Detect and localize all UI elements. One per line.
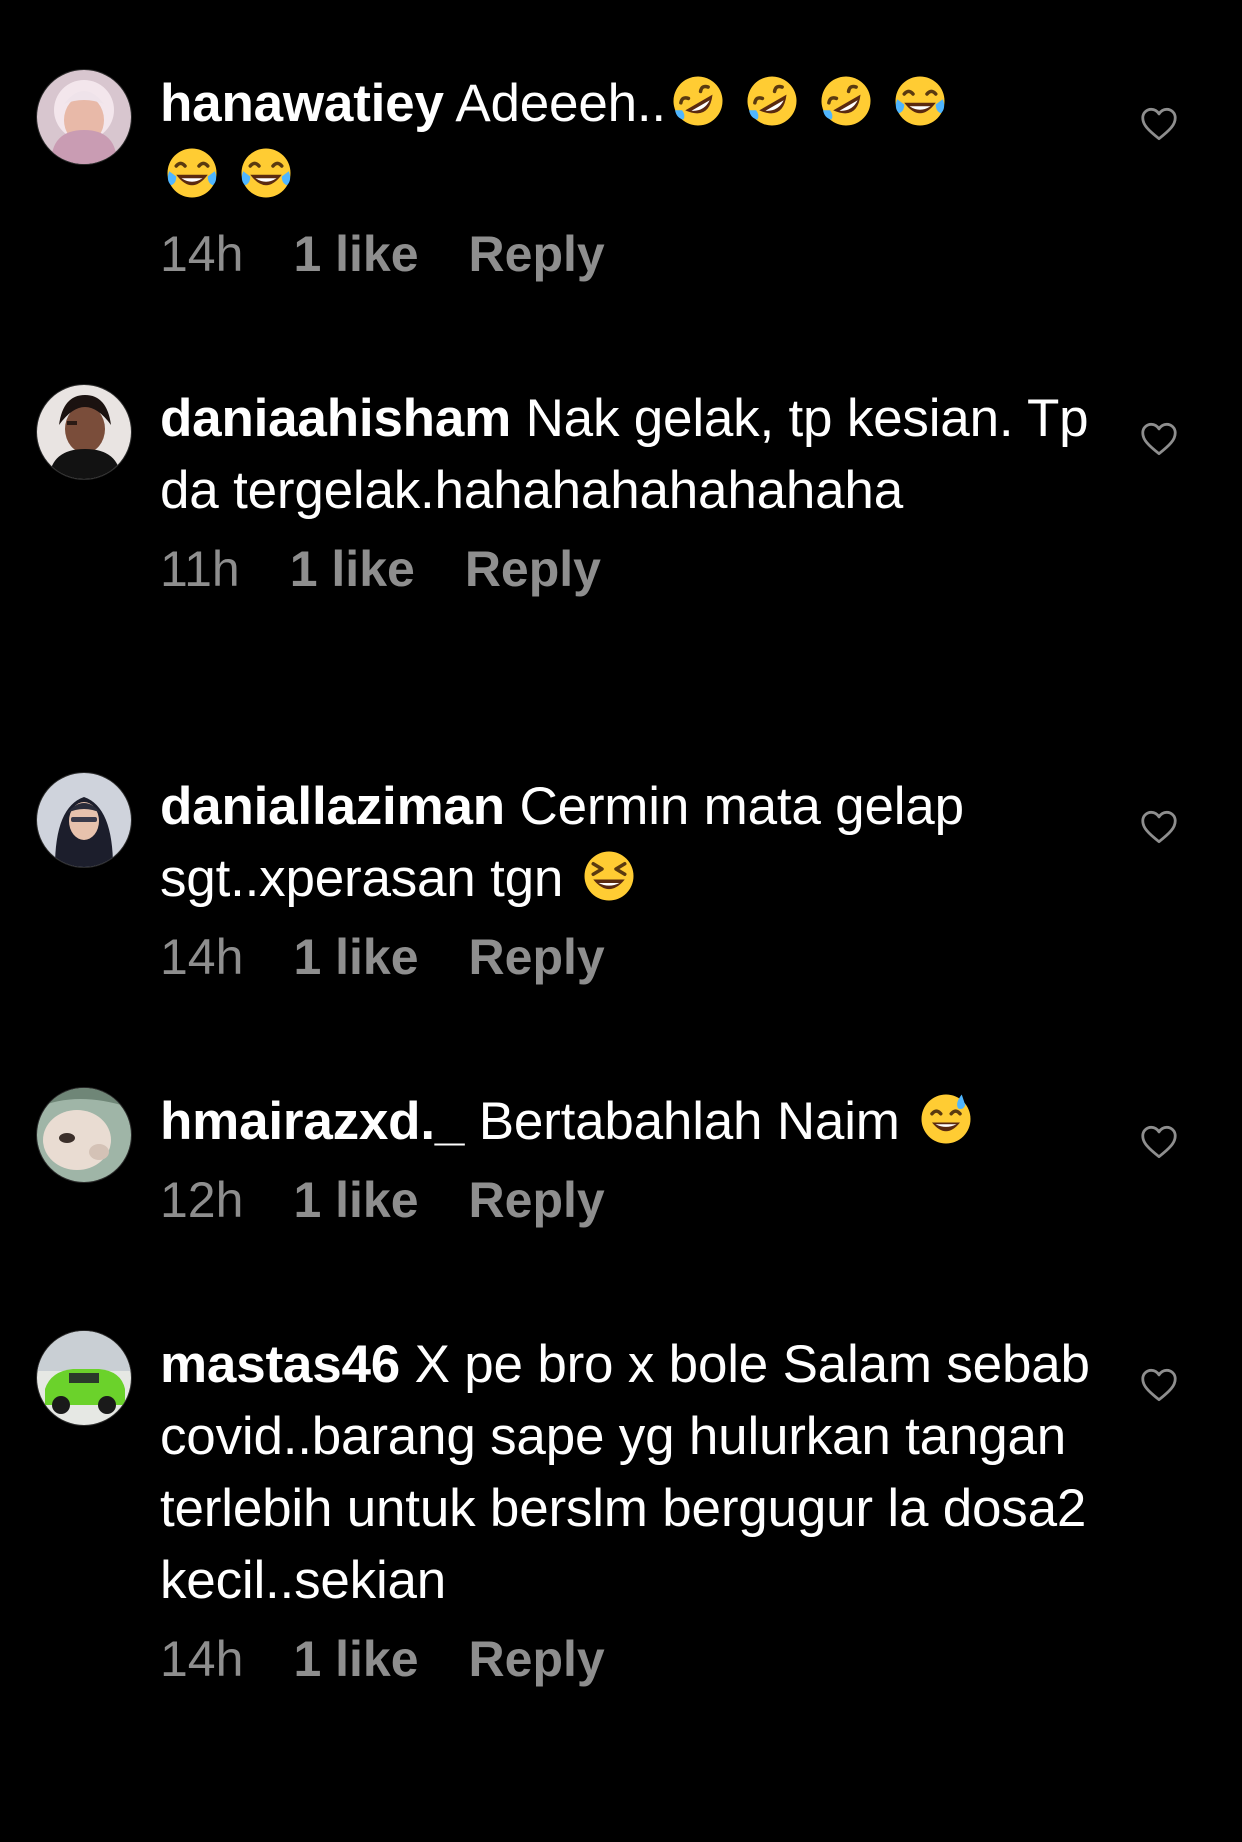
comment-likes[interactable]: 1 like — [293, 224, 418, 284]
comment-text: hanawatiey Adeeeh.. — [160, 68, 1090, 212]
comment-body: hanawatiey Adeeeh.. 14h 1 like Reply — [160, 68, 1090, 284]
comment-meta: 14h 1 like Reply — [160, 1629, 1090, 1689]
heart-icon[interactable] — [1140, 1125, 1178, 1159]
comment-meta: 11h 1 like Reply — [160, 539, 1090, 599]
rolling-laughing-emoji — [818, 73, 874, 129]
comment-body: daniallaziman Cermin mata gelap sgt..xpe… — [160, 771, 1090, 987]
reply-button[interactable]: Reply — [465, 539, 601, 599]
grinning-sweat-emoji — [918, 1091, 974, 1147]
tears-of-joy-emoji — [892, 73, 948, 129]
heart-icon[interactable] — [1140, 107, 1178, 141]
comment-time: 11h — [160, 541, 240, 597]
comment-likes[interactable]: 1 like — [293, 1629, 418, 1689]
avatar[interactable] — [37, 1088, 131, 1182]
comment-meta: 12h 1 like Reply — [160, 1170, 1090, 1230]
comment-text: daniallaziman Cermin mata gelap sgt..xpe… — [160, 771, 1090, 915]
comment-meta: 14h 1 like Reply — [160, 927, 1090, 987]
comment-username[interactable]: daniaahisham — [160, 389, 511, 448]
heart-icon[interactable] — [1140, 810, 1178, 844]
rolling-laughing-emoji — [670, 73, 726, 129]
comment-message: Bertabahlah Naim — [478, 1092, 900, 1151]
comment-time: 14h — [160, 226, 244, 282]
grinning-squinting-emoji — [581, 848, 637, 904]
reply-button[interactable]: Reply — [469, 927, 605, 987]
comment-text: daniaahisham Nak gelak, tp kesian. Tp da… — [160, 383, 1090, 527]
avatar[interactable] — [37, 385, 131, 479]
comment-likes[interactable]: 1 like — [293, 927, 418, 987]
comment-username[interactable]: hmairazxd._ — [160, 1092, 464, 1151]
heart-icon[interactable] — [1140, 422, 1178, 456]
comment-username[interactable]: mastas46 — [160, 1335, 400, 1394]
comment-message: Adeeeh.. — [455, 74, 666, 133]
comment-body: mastas46 X pe bro x bole Salam sebab cov… — [160, 1329, 1090, 1689]
reply-button[interactable]: Reply — [469, 1170, 605, 1230]
tears-of-joy-emoji — [238, 145, 294, 201]
comment-likes[interactable]: 1 like — [293, 1170, 418, 1230]
comment-meta: 14h 1 like Reply — [160, 224, 1090, 284]
comment-likes[interactable]: 1 like — [290, 539, 415, 599]
comment-body: hmairazxd._ Bertabahlah Naim 12h 1 like … — [160, 1086, 1090, 1230]
rolling-laughing-emoji — [744, 73, 800, 129]
comment-text: mastas46 X pe bro x bole Salam sebab cov… — [160, 1329, 1090, 1617]
comment-username[interactable]: hanawatiey — [160, 74, 444, 133]
heart-icon[interactable] — [1140, 1368, 1178, 1402]
avatar[interactable] — [37, 1331, 131, 1425]
comment-time: 14h — [160, 929, 244, 985]
comment-time: 12h — [160, 1172, 244, 1228]
tears-of-joy-emoji — [164, 145, 220, 201]
comment-username[interactable]: daniallaziman — [160, 777, 505, 836]
comment-text: hmairazxd._ Bertabahlah Naim — [160, 1086, 1090, 1158]
avatar[interactable] — [37, 773, 131, 867]
reply-button[interactable]: Reply — [469, 224, 605, 284]
avatar[interactable] — [37, 70, 131, 164]
reply-button[interactable]: Reply — [469, 1629, 605, 1689]
comment-time: 14h — [160, 1631, 244, 1687]
comment-body: daniaahisham Nak gelak, tp kesian. Tp da… — [160, 383, 1090, 599]
